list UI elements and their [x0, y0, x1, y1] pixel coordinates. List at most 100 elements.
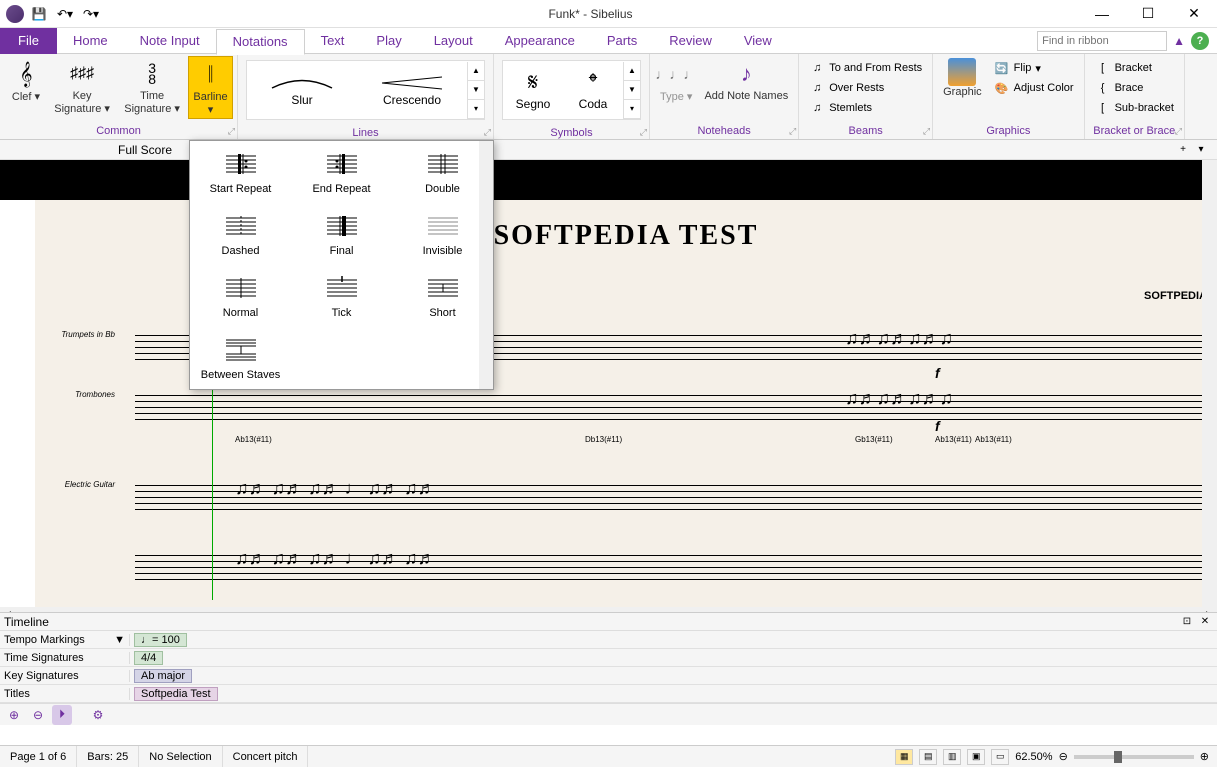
tempo-value[interactable]: ♩= 100	[134, 633, 187, 647]
score-composer: SOFTPEDIA	[1144, 290, 1207, 302]
symbols-gallery[interactable]: 𝄋 Segno 𝄌 Coda ▲ ▼ ▾	[502, 60, 641, 120]
barline-tick[interactable]: Tick	[291, 265, 392, 327]
slur-item[interactable]: Slur	[247, 61, 357, 119]
symbols-expand[interactable]: ▾	[624, 100, 640, 119]
titles-value[interactable]: Softpedia Test	[134, 687, 218, 701]
tab-layout[interactable]: Layout	[418, 28, 489, 54]
vertical-scrollbar[interactable]	[1202, 160, 1217, 607]
view-mode-1[interactable]: ▦	[895, 749, 913, 765]
tempo-markings-label: Tempo Markings	[4, 634, 85, 646]
symbols-down[interactable]: ▼	[624, 81, 640, 100]
segno-item[interactable]: 𝄋 Segno	[503, 61, 563, 119]
tab-text[interactable]: Text	[305, 28, 361, 54]
find-ribbon-input[interactable]	[1037, 31, 1167, 51]
coda-item[interactable]: 𝄌 Coda	[563, 61, 623, 119]
lines-gallery[interactable]: Slur Crescendo ▲ ▼ ▾	[246, 60, 485, 120]
ribbon-collapse-icon[interactable]: ▲	[1173, 34, 1185, 48]
view-mode-5[interactable]: ▭	[991, 749, 1009, 765]
tab-review[interactable]: Review	[653, 28, 728, 54]
barline-double[interactable]: Double	[392, 141, 493, 203]
add-note-names-button[interactable]: ♪ Add Note Names	[698, 56, 794, 104]
zoom-out-button[interactable]: ⊖	[1059, 750, 1068, 763]
timeline-zoom-out[interactable]: ⊖	[28, 705, 48, 725]
tab-parts[interactable]: Parts	[591, 28, 653, 54]
time-sig-value[interactable]: 4/4	[134, 651, 163, 665]
tab-menu-button[interactable]: ▾	[1193, 142, 1209, 158]
view-mode-4[interactable]: ▣	[967, 749, 985, 765]
file-tab[interactable]: File	[0, 28, 57, 54]
crescendo-item[interactable]: Crescendo	[357, 61, 467, 119]
timeline-close[interactable]: ✕	[1197, 614, 1213, 630]
barline-between-staves[interactable]: Between Staves	[190, 327, 291, 389]
barline-short[interactable]: Short	[392, 265, 493, 327]
help-button[interactable]: ?	[1191, 32, 1209, 50]
notes: ♫♬ ♫♬ ♫♬ ♩ ♫♬ ♫♬	[235, 548, 436, 569]
zoom-level[interactable]: 62.50%	[1015, 751, 1052, 763]
stemlets-button[interactable]: ♫Stemlets	[805, 98, 926, 118]
timeline-settings[interactable]: ⚙	[88, 705, 108, 725]
over-rests-button[interactable]: ♫Over Rests	[805, 78, 926, 98]
barline-button[interactable]: 𝄁 Barline ▾	[188, 56, 233, 119]
symbols-up[interactable]: ▲	[624, 62, 640, 81]
sub-bracket-icon: [	[1095, 100, 1111, 116]
bracket-button[interactable]: [Bracket	[1091, 58, 1178, 78]
tab-notations[interactable]: Notations	[216, 29, 305, 55]
gallery-expand[interactable]: ▾	[468, 100, 484, 119]
bracket-launcher[interactable]: ⤢	[1175, 126, 1182, 137]
tab-note-input[interactable]: Note Input	[124, 28, 216, 54]
flip-icon: 🔄	[994, 60, 1010, 76]
save-button[interactable]: 💾	[28, 3, 50, 25]
view-mode-2[interactable]: ▤	[919, 749, 937, 765]
beams-launcher[interactable]: ⤢	[923, 126, 930, 137]
flip-button[interactable]: 🔄Flip ▾	[990, 58, 1078, 78]
symbols-launcher[interactable]: ⤢	[640, 127, 647, 138]
lines-launcher[interactable]: ⤢	[484, 127, 491, 138]
brace-icon: {	[1095, 80, 1111, 96]
score-area[interactable]: SOFTPEDIA TEST SOFTPEDIA Trumpets in Bb …	[0, 160, 1217, 607]
barline-normal[interactable]: Normal	[190, 265, 291, 327]
view-mode-3[interactable]: ▥	[943, 749, 961, 765]
sub-bracket-button[interactable]: [Sub-bracket	[1091, 98, 1178, 118]
barline-final[interactable]: Final	[291, 203, 392, 265]
zoom-in-button[interactable]: ⊕	[1200, 750, 1209, 763]
clef-button[interactable]: 𝄞 Clef ▾	[4, 56, 48, 105]
time-signature-button[interactable]: 38 Time Signature ▾	[116, 56, 188, 117]
barline-start-repeat[interactable]: Start Repeat	[190, 141, 291, 203]
minimize-button[interactable]: —	[1079, 0, 1125, 28]
tab-home[interactable]: Home	[57, 28, 124, 54]
close-button[interactable]: ✕	[1171, 0, 1217, 28]
brace-button[interactable]: {Brace	[1091, 78, 1178, 98]
dropdown-scrollbar[interactable]	[479, 141, 493, 389]
tab-play[interactable]: Play	[360, 28, 417, 54]
redo-button[interactable]: ↷▾	[80, 3, 102, 25]
status-pitch[interactable]: Concert pitch	[223, 746, 309, 767]
graphic-button[interactable]: Graphic	[937, 56, 988, 100]
notehead-type-button[interactable]: ♩♩♩ Type ▾	[654, 56, 698, 105]
gallery-down[interactable]: ▼	[468, 81, 484, 100]
staff-trombones[interactable]	[135, 390, 1217, 420]
add-tab-button[interactable]: +	[1175, 142, 1191, 158]
time-signatures-label: Time Signatures	[4, 652, 84, 664]
tab-view[interactable]: View	[728, 28, 788, 54]
expand-icon[interactable]: ▼	[114, 634, 125, 646]
tab-appearance[interactable]: Appearance	[489, 28, 591, 54]
maximize-button[interactable]: ☐	[1125, 0, 1171, 28]
timeline-go-button[interactable]: ⏵	[52, 705, 72, 725]
instrument-trombones: Trombones	[35, 390, 115, 399]
timeline-undock[interactable]: ⊡	[1179, 614, 1195, 630]
double-barline-icon	[423, 149, 463, 179]
adjust-color-button[interactable]: 🎨Adjust Color	[990, 78, 1078, 98]
key-sig-value[interactable]: Ab major	[134, 669, 192, 683]
gallery-up[interactable]: ▲	[468, 62, 484, 81]
barline-invisible[interactable]: Invisible	[392, 203, 493, 265]
status-page[interactable]: Page 1 of 6	[0, 746, 77, 767]
key-signature-button[interactable]: ♯♯♯ Key Signature ▾	[48, 56, 116, 117]
timeline-zoom-in[interactable]: ⊕	[4, 705, 24, 725]
noteheads-launcher[interactable]: ⤢	[789, 126, 796, 137]
zoom-slider[interactable]	[1074, 755, 1194, 759]
barline-end-repeat[interactable]: End Repeat	[291, 141, 392, 203]
to-from-rests-button[interactable]: ♫To and From Rests	[805, 58, 926, 78]
common-launcher[interactable]: ⤢	[228, 126, 235, 137]
undo-button[interactable]: ↶▾	[54, 3, 76, 25]
barline-dashed[interactable]: Dashed	[190, 203, 291, 265]
